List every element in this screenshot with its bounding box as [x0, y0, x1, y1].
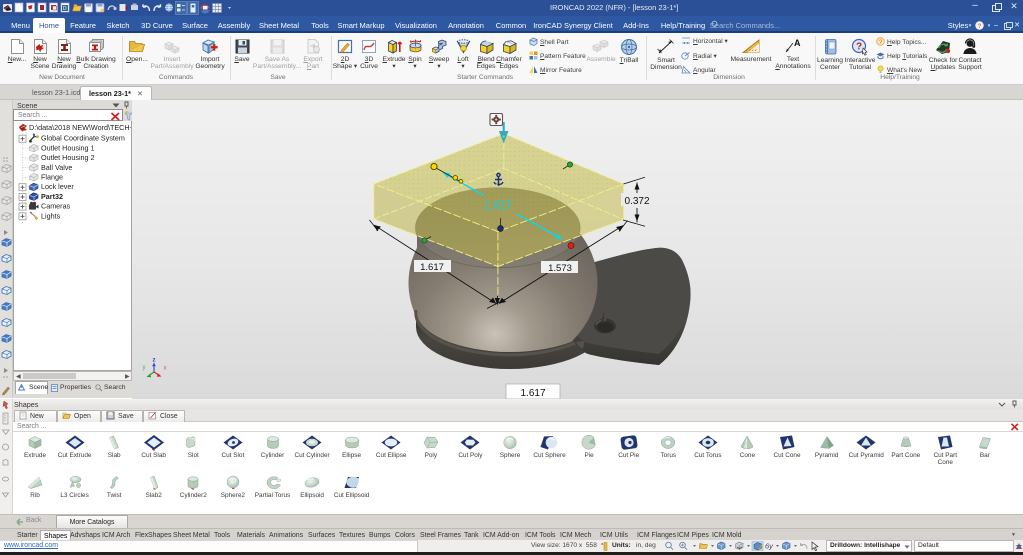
- svg-text:1.573: 1.573: [548, 263, 572, 274]
- svg-text:y: y: [143, 365, 146, 371]
- svg-text:Outlet Housing 2: Outlet Housing 2: [41, 153, 95, 162]
- svg-text:?: ?: [978, 23, 982, 30]
- svg-text:Cameras: Cameras: [41, 202, 71, 211]
- svg-text:6y: 6y: [765, 542, 774, 551]
- svg-text:Lock lever: Lock lever: [41, 182, 74, 191]
- svg-text:z: z: [153, 358, 156, 364]
- svg-text:0.372: 0.372: [624, 196, 649, 207]
- svg-text:Part32: Part32: [41, 192, 63, 201]
- svg-text:?: ?: [856, 42, 862, 53]
- svg-text:Flange: Flange: [41, 173, 63, 182]
- svg-text:D:\data\2018 NEW\Word\TECH-NET: D:\data\2018 NEW\Word\TECH-NET: [29, 123, 131, 132]
- svg-text:Outlet Housing 1: Outlet Housing 1: [41, 143, 95, 152]
- svg-text:1.617: 1.617: [520, 388, 545, 399]
- svg-text:1.617: 1.617: [420, 262, 444, 273]
- svg-text:Ball Valve: Ball Valve: [41, 163, 72, 172]
- svg-text:Lights: Lights: [41, 211, 61, 220]
- svg-text:D: D: [63, 6, 67, 12]
- svg-text:Global Coordinate System: Global Coordinate System: [41, 134, 125, 143]
- svg-text:x: x: [164, 366, 167, 372]
- svg-text:1.617: 1.617: [484, 200, 513, 212]
